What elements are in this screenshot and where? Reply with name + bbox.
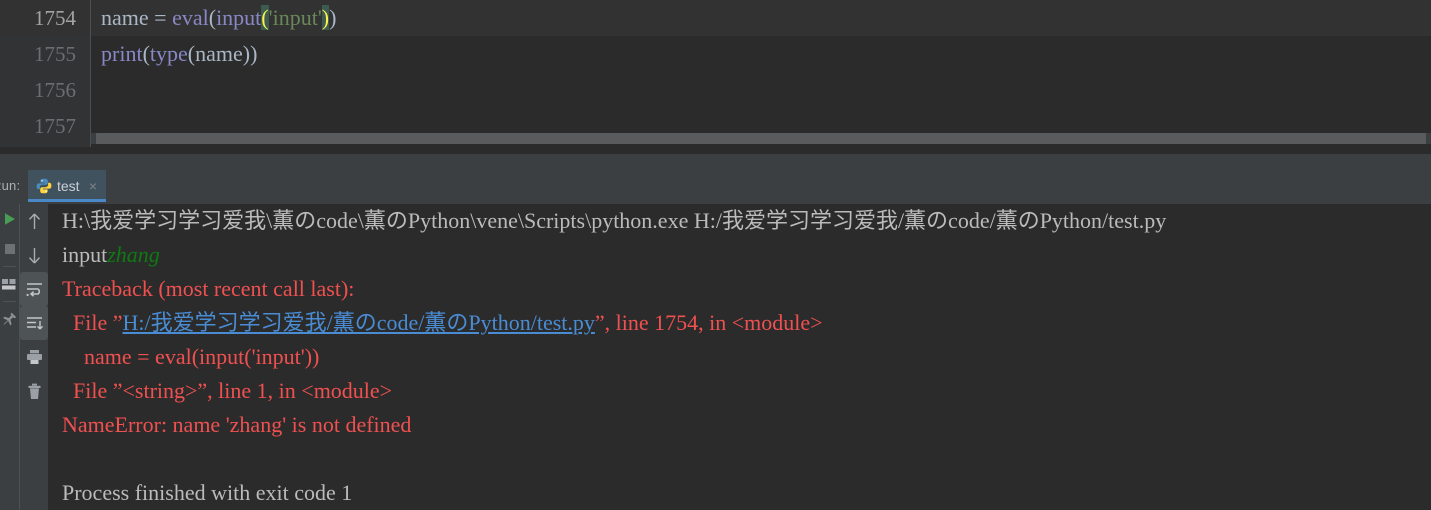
- console-text: Process finished with exit code 1: [62, 480, 352, 505]
- code-token: name: [101, 5, 154, 30]
- editor-hscrollbar-thumb[interactable]: [96, 133, 1426, 144]
- code-token: (: [261, 5, 268, 30]
- code-token: ): [322, 5, 329, 30]
- run-tab-label: test: [57, 170, 80, 202]
- code-line[interactable]: [91, 72, 1431, 108]
- traceback-frame-2: File ”<string>”, line 1, in <module>: [48, 374, 1410, 408]
- code-line[interactable]: print(type(name)): [91, 36, 1431, 72]
- command-line: H:\我爱学习学习爱我\薫のcode\薫のPython\vene\Scripts…: [48, 204, 1410, 238]
- console-text: input: [62, 242, 107, 267]
- console-text: H:\我爱学习学习爱我\薫のcode\薫のPython\vene\Scripts…: [62, 208, 1166, 233]
- code-token: 'input': [269, 5, 322, 30]
- toolbar-divider: [3, 266, 16, 267]
- python-icon: [36, 178, 52, 194]
- close-icon[interactable]: ×: [86, 170, 100, 202]
- code-line[interactable]: name = eval(input('input')): [91, 0, 1431, 36]
- editor-bottom-edge: [0, 147, 1431, 154]
- code-token: input: [216, 5, 261, 30]
- run-toolbar-primary: [0, 204, 19, 510]
- trash-icon[interactable]: [20, 374, 48, 408]
- line-number[interactable]: 1757: [0, 108, 90, 144]
- console-text: ”, line 1754, in <module>: [595, 310, 823, 335]
- console-text: name = eval(input('input')): [62, 344, 319, 369]
- code-token: name: [195, 41, 243, 66]
- console-right-edge: [1410, 204, 1431, 510]
- traceback-source-1: name = eval(input('input')): [48, 340, 1410, 374]
- run-tab-strip: [0, 170, 1431, 202]
- toolbar-divider: [3, 301, 16, 302]
- line-number[interactable]: 1755: [0, 36, 90, 72]
- scroll-to-end-icon[interactable]: [20, 306, 48, 340]
- code-token: (: [143, 41, 150, 66]
- console-text: zhang: [107, 242, 160, 267]
- code-token: print: [101, 41, 143, 66]
- run-console-output[interactable]: H:\我爱学习学习爱我\薫のcode\薫のPython\vene\Scripts…: [48, 204, 1410, 510]
- code-editor[interactable]: 1753 # print # 1754 1755 1756 1757 name …: [0, 0, 1431, 154]
- run-window-label: Run:: [0, 170, 20, 202]
- file-path-link[interactable]: H:/我爱学习学习爱我/薫のcode/薫のPython/test.py: [123, 310, 595, 335]
- code-token: type: [150, 41, 188, 66]
- console-text: NameError: name 'zhang' is not defined: [62, 412, 411, 437]
- arrow-up-icon[interactable]: [20, 204, 48, 238]
- code-token: )): [243, 41, 258, 66]
- editor-gutter[interactable]: 1754 1755 1756 1757: [0, 0, 90, 154]
- code-token: ): [329, 5, 336, 30]
- layout-button[interactable]: [0, 269, 19, 299]
- printer-icon[interactable]: [20, 340, 48, 374]
- console-text: Traceback (most recent call last):: [62, 276, 354, 301]
- error-message: NameError: name 'zhang' is not defined: [48, 408, 1410, 442]
- blank-line: [48, 442, 1410, 476]
- line-number[interactable]: 1756: [0, 72, 90, 108]
- stop-button[interactable]: [0, 234, 19, 264]
- console-text: File ”: [62, 310, 123, 335]
- code-token: (: [188, 41, 195, 66]
- run-panel-top-edge: [0, 154, 1431, 170]
- arrow-down-icon[interactable]: [20, 238, 48, 272]
- rerun-button[interactable]: [0, 204, 19, 234]
- process-exit-line: Process finished with exit code 1: [48, 476, 1410, 510]
- traceback-header: Traceback (most recent call last):: [48, 272, 1410, 306]
- traceback-frame-1: File ”H:/我爱学习学习爱我/薫のcode/薫のPython/test.p…: [48, 306, 1410, 340]
- code-token: =: [154, 5, 172, 30]
- pin-icon[interactable]: [0, 304, 19, 334]
- input-prompt-line: inputzhang: [48, 238, 1410, 272]
- run-tool-window: Run: test ×: [0, 154, 1431, 510]
- soft-wrap-icon[interactable]: [20, 272, 48, 306]
- code-token: (: [209, 5, 216, 30]
- line-number[interactable]: 1754: [0, 0, 90, 36]
- run-toolbar-secondary: [20, 204, 48, 510]
- console-text: File ”<string>”, line 1, in <module>: [62, 378, 392, 403]
- code-token: eval: [172, 5, 209, 30]
- editor-code-area[interactable]: name = eval(input('input')) print(type(n…: [91, 0, 1431, 154]
